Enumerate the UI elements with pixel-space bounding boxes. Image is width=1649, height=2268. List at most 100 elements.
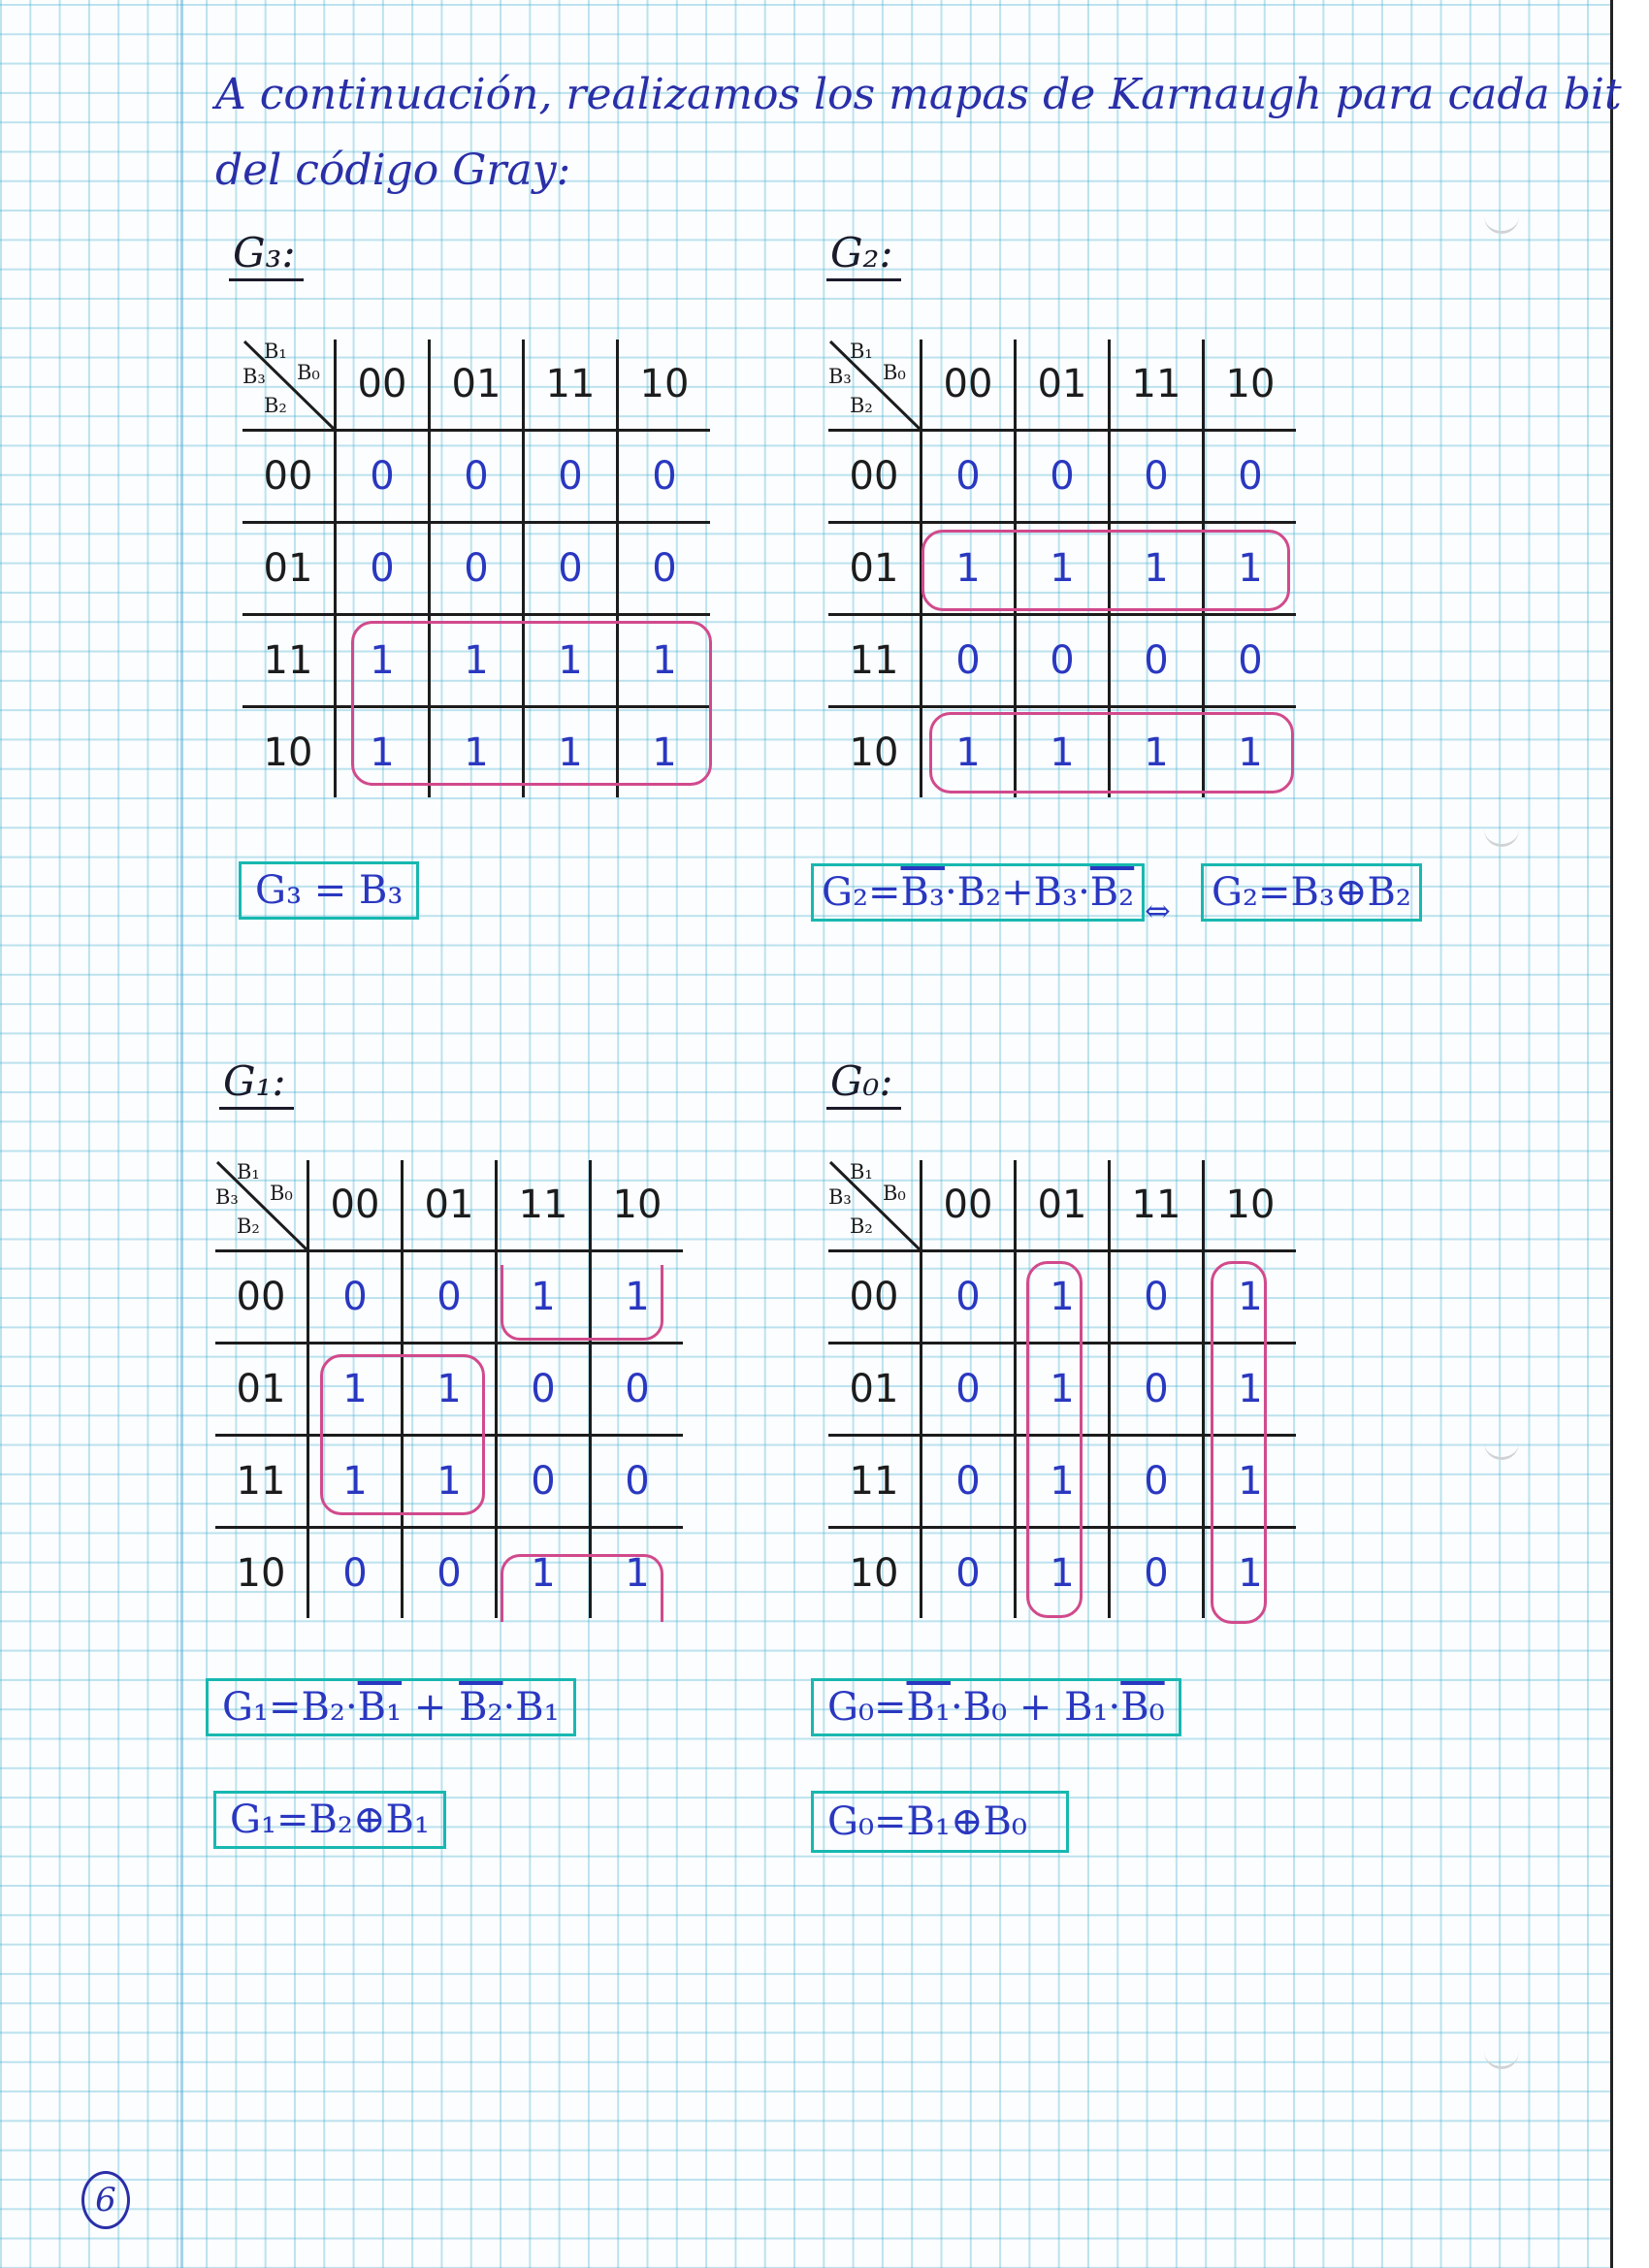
- col-header: 00: [920, 1160, 1017, 1252]
- row-header: 01: [242, 521, 337, 616]
- kmap-cell: 0: [495, 1342, 592, 1437]
- col-header: 01: [428, 340, 525, 432]
- kmap-cell: 0: [1014, 613, 1111, 708]
- var-label: B₂: [850, 1215, 873, 1238]
- eq-lhs: G₀: [827, 1799, 874, 1844]
- kmap-cell: 0: [1108, 613, 1205, 708]
- col-header: 01: [401, 1160, 498, 1252]
- kmap-cell: 0: [307, 1526, 404, 1618]
- eq-sign: =: [874, 1799, 907, 1844]
- row-header: 11: [242, 613, 337, 708]
- eq-term: B₁: [1064, 1685, 1109, 1730]
- var-label: B₂: [237, 1215, 260, 1238]
- eq-plus: +: [1018, 1685, 1052, 1730]
- binder-hole: [1484, 211, 1519, 234]
- page-margin-line: [180, 0, 183, 2268]
- row-header: 01: [828, 521, 922, 616]
- col-header: 01: [1014, 1160, 1111, 1252]
- row-header: 00: [828, 429, 922, 524]
- row-header: 10: [242, 705, 337, 797]
- g0-kmap: B₁ B₀ B₃ B₂ 00 01 11 10 00 0 1 0 1 01 0 …: [828, 1160, 1296, 1624]
- row-header: 10: [828, 705, 922, 797]
- row-header: 11: [828, 1434, 922, 1529]
- kmap-cell: 0: [334, 521, 431, 616]
- row-header: 00: [242, 429, 337, 524]
- eq-term-negated: B₀: [1120, 1685, 1165, 1730]
- col-header: 11: [1108, 1160, 1205, 1252]
- binder-hole: [1484, 1438, 1519, 1460]
- g2-xor-box: G₂=B₃⊕B₂: [1201, 863, 1422, 922]
- xor-operator: ⊕: [950, 1799, 984, 1844]
- kmap-cell: 0: [1202, 613, 1296, 708]
- eq-term: B₂: [956, 870, 1002, 915]
- eq-term: B₁: [515, 1685, 560, 1730]
- eq-dot: ·: [1078, 870, 1090, 915]
- kmap-cell: 0: [428, 429, 525, 524]
- kmap-cell: 0: [1108, 1526, 1205, 1618]
- var-label: B₀: [883, 1182, 906, 1205]
- row-header: 01: [215, 1342, 309, 1437]
- row-header: 01: [828, 1342, 922, 1437]
- g3-result-box: G₃ = B₃: [239, 861, 420, 920]
- kmap-group-loop: [929, 712, 1294, 794]
- var-label: B₁: [264, 340, 287, 363]
- equivalence-arrow: ⇔: [1145, 892, 1171, 929]
- g1-result-box: G₁=B₂·B₁ + B₂·B₁: [206, 1678, 576, 1736]
- eq-dot: ·: [950, 1685, 963, 1730]
- var-label: B₂: [850, 394, 873, 417]
- eq-lhs: G₁: [230, 1798, 276, 1842]
- row-header: 11: [828, 613, 922, 708]
- col-header: 11: [495, 1160, 592, 1252]
- eq-term-negated: B₂: [459, 1685, 503, 1730]
- var-label: B₀: [270, 1182, 293, 1205]
- xor-operator: ⊕: [352, 1798, 386, 1842]
- eq-term: B₀: [962, 1685, 1008, 1730]
- kmap-cell: 0: [920, 613, 1017, 708]
- col-header: 11: [522, 340, 619, 432]
- eq-plus: +: [413, 1685, 447, 1730]
- kmap-cell: 0: [1202, 429, 1296, 524]
- kmap-cell: 0: [1108, 1342, 1205, 1437]
- g2-result-box: G₂=B₃·B₂+B₃·B₂: [811, 863, 1146, 922]
- kmap-cell: 0: [616, 429, 710, 524]
- kmap-cell: 0: [1108, 429, 1205, 524]
- g2-title: G₂:: [826, 229, 901, 281]
- col-header: 10: [1202, 340, 1296, 432]
- g0-xor-box: G₀=B₁⊕B₀: [811, 1791, 1069, 1853]
- eq-dot: ·: [1108, 1685, 1121, 1730]
- eq-term-negated: B₂: [1089, 870, 1135, 915]
- kmap-cell: 0: [920, 1342, 1017, 1437]
- eq-sign: =: [874, 1685, 907, 1730]
- eq-term: B₂: [301, 1685, 345, 1730]
- binder-hole: [1484, 2047, 1519, 2069]
- row-header: 00: [215, 1249, 309, 1345]
- kmap-group-wrap-bottom: [501, 1554, 663, 1622]
- kmap-group-loop: [351, 621, 712, 786]
- eq-term: B₃: [1290, 870, 1335, 915]
- eq-sign: =: [269, 1685, 302, 1730]
- kmap-cell: 0: [495, 1434, 592, 1529]
- kmap-group-loop: [922, 530, 1290, 611]
- intro-line-2: del código Gray:: [215, 146, 571, 195]
- kmap-cell: 0: [401, 1249, 498, 1345]
- row-header: 00: [828, 1249, 922, 1345]
- var-label: B₁: [850, 340, 873, 363]
- var-label: B₃: [242, 365, 266, 388]
- row-header: 10: [828, 1526, 922, 1618]
- eq-term: B₁: [906, 1799, 951, 1844]
- kmap-cell: 0: [589, 1342, 683, 1437]
- kmap-cell: 0: [522, 521, 619, 616]
- kmap-cell: 0: [401, 1526, 498, 1618]
- col-header: 00: [307, 1160, 404, 1252]
- var-label: B₃: [828, 365, 852, 388]
- kmap-cell: 0: [1108, 1249, 1205, 1345]
- var-label: B₁: [850, 1160, 873, 1183]
- var-label: B₂: [264, 394, 287, 417]
- var-label: B₃: [828, 1185, 852, 1209]
- g2-kmap: B₁ B₀ B₃ B₂ 00 01 11 10 00 0 0 0 0 01 1 …: [828, 340, 1296, 797]
- page-edge: [1610, 0, 1649, 2268]
- g3-kmap: B₁ B₀ B₃ B₂ 00 01 11 10 00 0 0 0 0 01 0 …: [242, 340, 712, 797]
- row-header: 10: [215, 1526, 309, 1618]
- kmap-cell: 0: [1108, 1434, 1205, 1529]
- eq-dot: ·: [344, 1685, 358, 1730]
